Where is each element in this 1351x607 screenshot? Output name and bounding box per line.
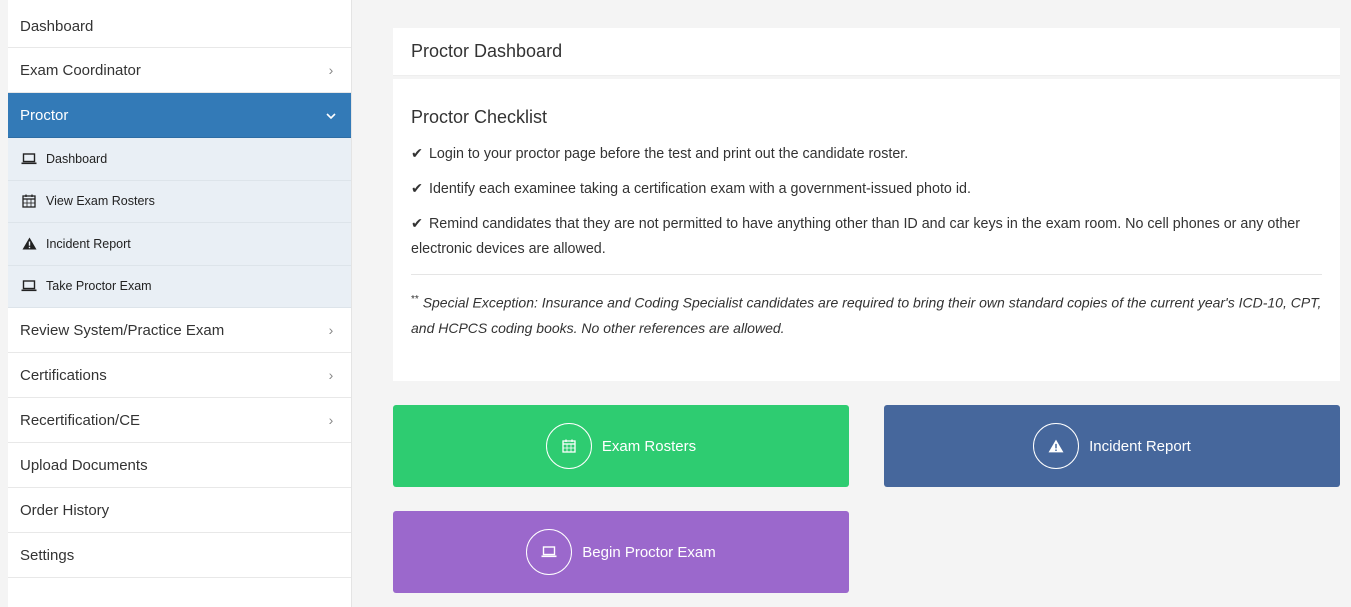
checkmark-icon: ✔ [411,146,423,162]
divider [411,274,1322,275]
chevron-down-icon [323,107,339,123]
sidebar-item-order-history[interactable]: Order History [8,488,351,533]
sidebar-item-proctor[interactable]: Proctor [8,93,351,138]
sidebar-item-label: Settings [20,546,75,564]
sidebar-item-label: Order History [20,501,110,519]
checklist-title: Proctor Checklist [411,107,548,127]
button-label: Exam Rosters [601,437,697,455]
warning-icon [20,237,38,251]
note-marker: ** [411,294,419,305]
sidebar-item-label: Proctor [20,106,69,124]
sidebar-item-settings[interactable]: Settings [8,533,351,578]
calendar-icon [545,423,592,469]
begin-proctor-exam-button[interactable]: Begin Proctor Exam [393,511,849,593]
sidebar-subitem-label: Take Proctor Exam [46,279,152,294]
sidebar-item-recertification[interactable]: Recertification/CE › [8,398,351,443]
laptop-icon [20,152,38,166]
sidebar-item-label: Review System/Practice Exam [20,321,225,339]
sidebar-item-label: Upload Documents [20,456,148,474]
sidebar: Dashboard Exam Coordinator › Proctor Das… [8,0,352,607]
sidebar-subitem-view-exam-rosters[interactable]: View Exam Rosters [8,180,351,223]
checkmark-icon: ✔ [411,216,423,232]
checklist-item-text: Login to your proctor page before the te… [428,146,909,162]
checklist-item: ✔ Remind candidates that they are not pe… [411,212,1322,262]
sidebar-item-dashboard[interactable]: Dashboard [8,0,351,48]
incident-report-button[interactable]: Incident Report [884,405,1340,487]
chevron-right-icon: › [328,62,334,78]
warning-icon [1033,423,1080,469]
checklist-item: ✔ Login to your proctor page before the … [411,142,1322,167]
sidebar-subitem-incident-report[interactable]: Incident Report [8,223,351,266]
button-label: Incident Report [1089,437,1191,455]
sidebar-subitem-dashboard[interactable]: Dashboard [8,138,351,181]
checklist-item-text: Remind candidates that they are not perm… [411,216,1300,257]
chevron-right-icon: › [328,367,334,383]
sidebar-item-review-system[interactable]: Review System/Practice Exam › [8,308,351,353]
calendar-icon [20,194,38,208]
checklist-panel: Proctor Checklist ✔ Login to your procto… [393,79,1340,381]
page-title: Proctor Dashboard [393,28,1340,76]
sidebar-subitem-take-proctor-exam[interactable]: Take Proctor Exam [8,265,351,308]
laptop-icon [526,529,573,575]
sidebar-item-label: Exam Coordinator [20,61,141,79]
sidebar-item-label: Dashboard [20,18,94,35]
sidebar-subitem-label: View Exam Rosters [46,194,155,209]
checklist-item-text: Identify each examinee taking a certific… [428,181,971,197]
laptop-icon [20,279,38,293]
checkmark-icon: ✔ [411,181,423,197]
main-content: Proctor Dashboard Proctor Checklist ✔ Lo… [370,0,1351,607]
note-text: Special Exception: Insurance and Coding … [411,294,1322,336]
sidebar-subitem-label: Dashboard [46,151,108,166]
sidebar-item-upload-documents[interactable]: Upload Documents [8,443,351,488]
chevron-right-icon: › [328,322,334,338]
checklist-item: ✔ Identify each examinee taking a certif… [411,177,1322,202]
chevron-right-icon: › [328,412,334,428]
sidebar-item-label: Recertification/CE [20,411,141,429]
sidebar-item-label: Certifications [20,366,107,384]
sidebar-item-exam-coordinator[interactable]: Exam Coordinator › [8,48,351,93]
button-label: Begin Proctor Exam [582,543,716,561]
sidebar-subitem-label: Incident Report [46,236,131,251]
exam-rosters-button[interactable]: Exam Rosters [393,405,849,487]
sidebar-item-certifications[interactable]: Certifications › [8,353,351,398]
special-exception-note: ** Special Exception: Insurance and Codi… [411,287,1322,341]
